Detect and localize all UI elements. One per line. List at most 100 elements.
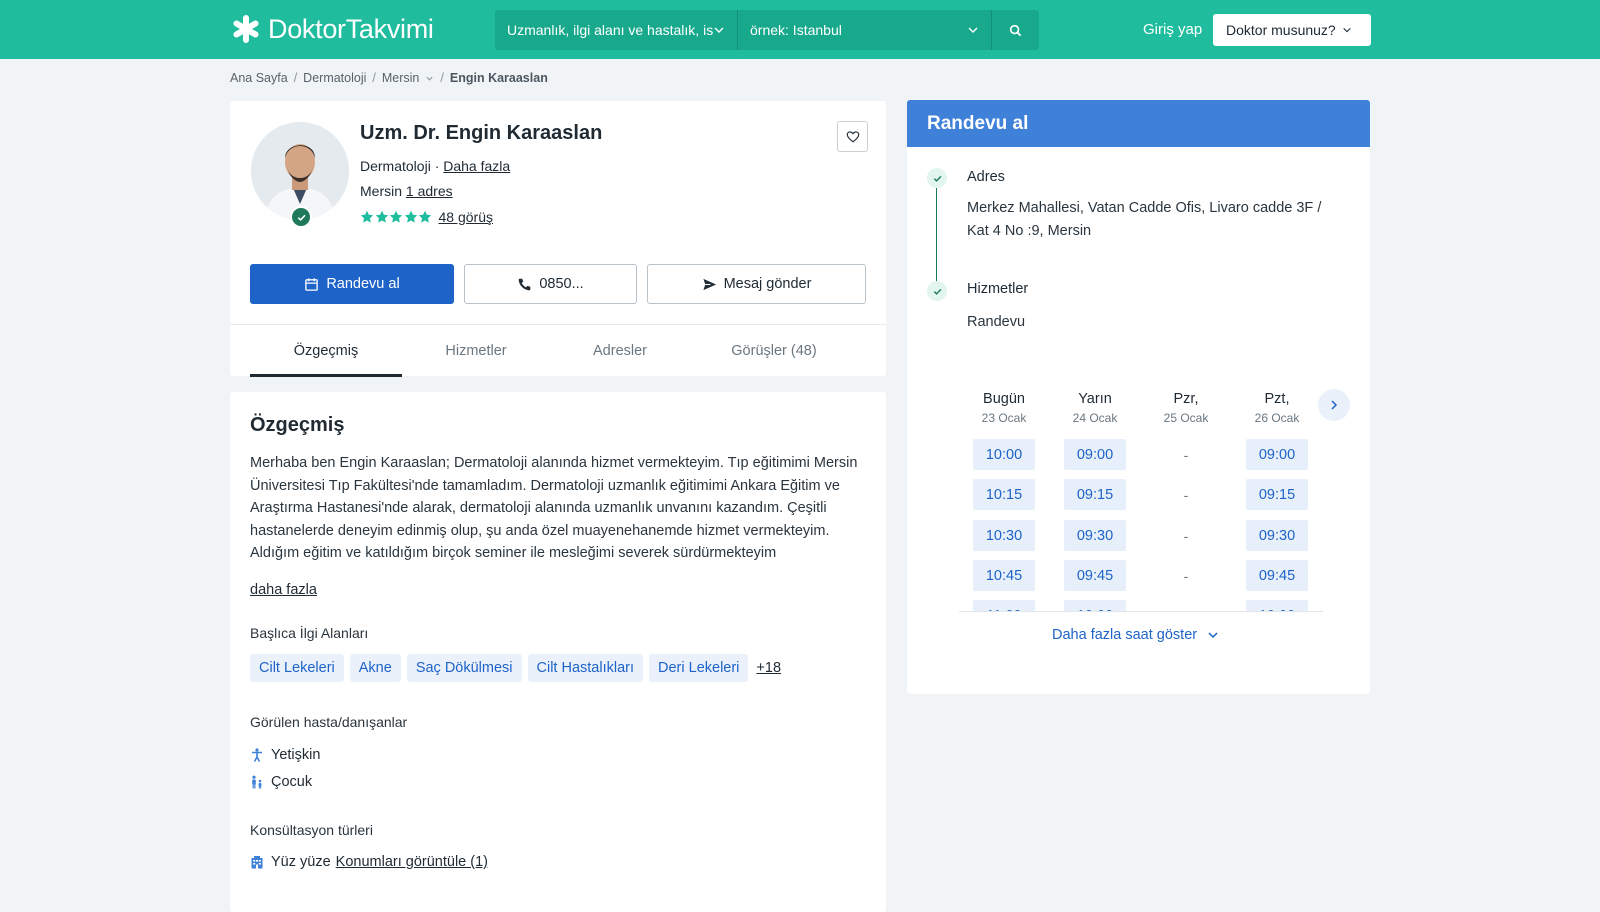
time-slot[interactable]: 09:45 <box>1064 560 1126 591</box>
biography-text: Merhaba ben Engin Karaaslan; Dermatoloji… <box>250 455 858 561</box>
patient-type-child-label: Çocuk <box>271 774 313 790</box>
book-appointment-label: Randevu al <box>326 276 400 292</box>
address-step-marker <box>927 168 947 188</box>
time-slot[interactable]: 09:00 <box>1246 439 1308 470</box>
star-icon <box>418 210 432 223</box>
verified-badge <box>290 206 312 228</box>
interest-chip[interactable]: Cilt Lekeleri <box>250 654 344 682</box>
time-slot[interactable]: 10:30 <box>973 520 1035 551</box>
show-more-times-button[interactable]: Daha fazla saat göster <box>1052 627 1219 643</box>
time-slot[interactable]: 10:15 <box>973 479 1035 510</box>
appointment-panel: Randevu al Adres Merkez Mahallesi, Vatan… <box>907 100 1370 694</box>
reviews-link[interactable]: 48 görüş <box>439 209 493 225</box>
favorite-button[interactable] <box>837 121 868 152</box>
breadcrumb-city[interactable]: Mersin <box>382 71 420 85</box>
time-slot[interactable]: 09:15 <box>1064 479 1126 510</box>
tab-addresses[interactable]: Adresler <box>550 325 690 377</box>
interests-more-link[interactable]: +18 <box>756 660 781 676</box>
tab-biography[interactable]: Özgeçmiş <box>250 325 402 377</box>
child-icon <box>252 775 262 789</box>
star-icon <box>375 210 388 223</box>
calendar-day-column: Pzr, 25 Ocak - - - - <box>1141 390 1231 584</box>
breadcrumb-specialty[interactable]: Dermatoloji <box>303 71 366 85</box>
time-slot[interactable]: 09:00 <box>1064 439 1126 470</box>
phone-button[interactable]: 0850... <box>464 264 637 304</box>
breadcrumb-home[interactable]: Ana Sayfa <box>230 71 288 85</box>
interest-chips: Cilt Lekeleri Akne Saç Dökülmesi Cilt Ha… <box>250 654 781 682</box>
calendar-day-column: Bugün 23 Ocak 10:00 10:15 10:30 10:45 11… <box>959 390 1049 611</box>
calendar-icon <box>305 277 319 291</box>
site-logo[interactable]: DoktorTakvimi <box>230 13 434 45</box>
location-search-input[interactable]: örnek: Istanbul <box>738 10 992 50</box>
biography-title: Özgeçmiş <box>250 414 345 436</box>
specialty-search-placeholder: Uzmanlık, ilgi alanı ve hastalık, is <box>507 22 714 38</box>
calendar-day-date: 26 Ocak <box>1254 411 1300 425</box>
rating-stars <box>360 210 433 224</box>
biography-more-link[interactable]: daha fazla <box>250 582 317 598</box>
search-bar: Uzmanlık, ilgi alanı ve hastalık, is örn… <box>495 10 1039 50</box>
specialty-more-link[interactable]: Daha fazla <box>443 158 510 174</box>
unavailable-slot: - <box>1183 527 1189 544</box>
chevron-down-icon <box>968 27 978 33</box>
check-icon <box>933 288 941 295</box>
time-slot[interactable]: 10:00 <box>1064 600 1126 611</box>
doctor-location-row: Mersin 1 adres <box>360 183 453 199</box>
doctor-city: Mersin <box>360 183 403 199</box>
time-slot[interactable]: 10:00 <box>973 439 1035 470</box>
send-message-button[interactable]: Mesaj gönder <box>647 264 866 304</box>
star-icon <box>389 210 403 223</box>
unavailable-slot: - <box>1183 446 1189 463</box>
appointment-panel-title: Randevu al <box>907 100 1370 147</box>
breadcrumb-current: Engin Karaaslan <box>449 71 548 85</box>
time-slot[interactable]: 09:30 <box>1064 520 1126 551</box>
chevron-down-icon <box>1208 632 1218 639</box>
time-slot[interactable]: 10:00 <box>1246 600 1308 611</box>
interest-chip[interactable]: Saç Dökülmesi <box>406 654 522 682</box>
calendar-day-date: 23 Ocak <box>981 411 1027 425</box>
top-navigation-bar: DoktorTakvimi Uzmanlık, ilgi alanı ve ha… <box>0 0 1600 59</box>
unavailable-slot: - <box>1183 486 1189 503</box>
doctor-rating-row: 48 görüş <box>360 209 493 225</box>
time-slot[interactable]: 09:45 <box>1246 560 1308 591</box>
chevron-down-icon <box>1343 27 1351 33</box>
calendar-day-date: 25 Ocak <box>1163 411 1209 425</box>
check-icon <box>933 175 941 182</box>
specialty-search-input[interactable]: Uzmanlık, ilgi alanı ve hastalık, is <box>495 10 738 50</box>
phone-icon <box>519 278 531 290</box>
doctor-menu-label: Doktor musunuz? <box>1226 22 1336 38</box>
check-icon <box>297 214 306 221</box>
interest-chip[interactable]: Deri Lekeleri <box>649 654 749 682</box>
breadcrumb-separator: / <box>293 71 298 85</box>
phone-label: 0850... <box>539 276 584 292</box>
calendar-day-date: 24 Ocak <box>1072 411 1118 425</box>
services-value: Randevu <box>967 314 1026 330</box>
biography-card: Özgeçmiş Merhaba ben Engin Karaaslan; De… <box>230 392 886 912</box>
location-search-placeholder: örnek: Istanbul <box>750 22 842 38</box>
interest-chip[interactable]: Cilt Hastalıkları <box>527 654 644 682</box>
heart-icon <box>846 130 859 143</box>
search-button[interactable] <box>992 10 1038 50</box>
steps-connector <box>936 188 937 288</box>
interest-chip[interactable]: Akne <box>349 654 401 682</box>
view-locations-link[interactable]: Konumları görüntüle (1) <box>336 854 488 870</box>
chevron-down-icon[interactable] <box>425 74 434 83</box>
time-slot[interactable]: 09:30 <box>1246 520 1308 551</box>
login-link[interactable]: Giriş yap <box>1143 21 1202 38</box>
calendar-next-button[interactable] <box>1318 389 1350 421</box>
patient-type-adult-label: Yetişkin <box>271 747 321 763</box>
send-message-label: Mesaj gönder <box>723 276 812 292</box>
consultation-in-person: Yüz yüze Konumları görüntüle (1) <box>250 854 488 870</box>
tab-reviews[interactable]: Görüşler (48) <box>690 325 858 377</box>
services-step-marker <box>927 281 947 301</box>
time-slot[interactable]: 09:15 <box>1246 479 1308 510</box>
address-value: Merkez Mahallesi, Vatan Cadde Ofis, Liva… <box>967 200 1322 239</box>
tab-services[interactable]: Hizmetler <box>402 325 550 377</box>
calendar-day-column: Yarın 24 Ocak 09:00 09:15 09:30 09:45 10… <box>1050 390 1140 611</box>
calendar-day-column: Pzt, 26 Ocak 09:00 09:15 09:30 09:45 10:… <box>1232 390 1322 611</box>
book-appointment-button[interactable]: Randevu al <box>250 264 454 304</box>
time-slot[interactable]: 11:00 <box>973 600 1035 611</box>
time-slot[interactable]: 10:45 <box>973 560 1035 591</box>
interests-label: Başlıca İlgi Alanları <box>250 625 369 641</box>
address-link[interactable]: 1 adres <box>406 183 453 199</box>
doctor-menu-button[interactable]: Doktor musunuz? <box>1213 14 1371 46</box>
